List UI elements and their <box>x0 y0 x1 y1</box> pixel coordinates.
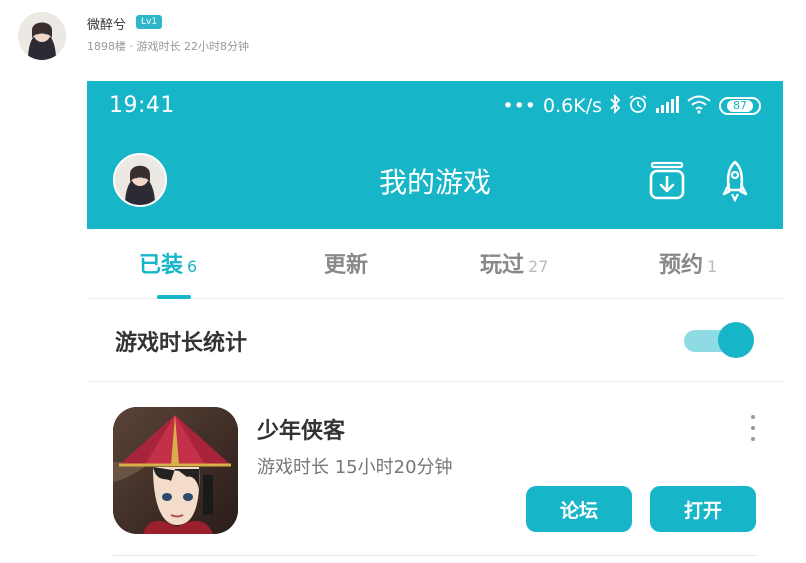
game-icon[interactable] <box>113 407 238 534</box>
tab-count: 6 <box>187 257 198 276</box>
rocket-button[interactable] <box>715 159 755 203</box>
status-time: 19:41 <box>109 93 175 118</box>
game-name[interactable]: 少年侠客 <box>257 413 345 445</box>
tab-label: 更新 <box>324 253 369 278</box>
tab-count: 27 <box>528 257 549 276</box>
post-header: 微醉兮 Lv1 1898楼 · 游戏时长 22小时8分钟 <box>0 0 806 80</box>
playtime-stats-row: 游戏时长统计 <box>87 300 783 382</box>
post-meta: 1898楼 · 游戏时长 22小时8分钟 <box>87 40 249 53</box>
tab-updates[interactable]: 更新 <box>324 247 368 279</box>
playtime-stats-label: 游戏时长统计 <box>115 331 248 356</box>
level-badge: Lv1 <box>136 15 163 29</box>
forum-button[interactable]: 论坛 <box>526 486 632 532</box>
more-options-icon[interactable] <box>743 415 763 441</box>
app-header: 19:41 ••• 0.6K/s 87 我的游戏 <box>87 81 783 229</box>
tab-played[interactable]: 玩过 27 <box>480 247 548 279</box>
divider <box>113 555 757 556</box>
user-avatar[interactable] <box>18 12 66 60</box>
battery-icon: 87 <box>719 97 761 115</box>
tab-bar: 已装 6 更新 玩过 27 预约 1 <box>87 229 783 299</box>
rocket-icon <box>722 160 748 202</box>
bluetooth-icon <box>609 93 621 119</box>
download-icon <box>649 161 685 200</box>
tab-label: 预约 <box>659 253 704 278</box>
tab-label: 玩过 <box>480 253 525 278</box>
tab-count: 1 <box>707 257 718 276</box>
alarm-icon <box>628 94 648 119</box>
phone-screenshot: 19:41 ••• 0.6K/s 87 我的游戏 已装 6 更新 玩过 27 预… <box>87 81 783 563</box>
download-button[interactable] <box>647 159 687 203</box>
toggle-knob <box>718 322 754 358</box>
game-list-item: 少年侠客 游戏时长 15小时20分钟 论坛 打开 <box>87 383 783 561</box>
status-icons: ••• 0.6K/s 87 <box>502 93 761 119</box>
playtime-stats-toggle[interactable] <box>684 322 756 358</box>
tab-label: 已装 <box>139 253 184 278</box>
username[interactable]: 微醉兮 <box>87 14 126 33</box>
dots-icon: ••• <box>502 95 537 117</box>
network-speed: 0.6K/s <box>543 95 602 117</box>
active-tab-indicator <box>157 295 191 299</box>
signal-icon <box>655 95 679 118</box>
game-playtime: 游戏时长 15小时20分钟 <box>257 457 453 478</box>
battery-level: 87 <box>727 100 753 112</box>
tab-installed[interactable]: 已装 6 <box>139 247 197 279</box>
wifi-icon <box>686 94 712 119</box>
tab-reserved[interactable]: 预约 1 <box>659 247 717 279</box>
open-game-button[interactable]: 打开 <box>650 486 756 532</box>
